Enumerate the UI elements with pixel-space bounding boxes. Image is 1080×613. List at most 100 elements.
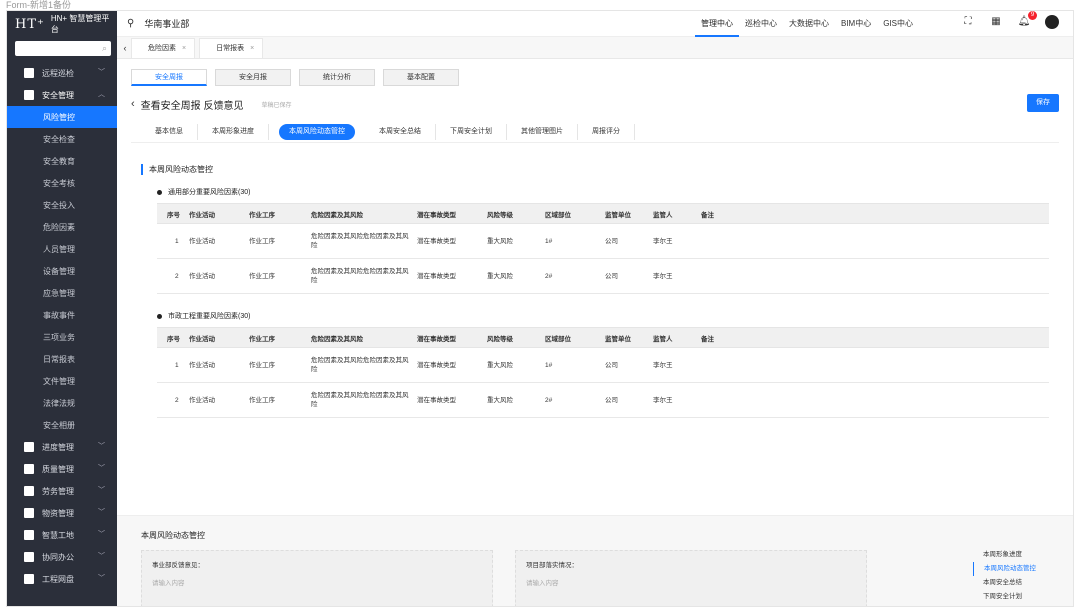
anchor-item[interactable]: 本周风险动态管控 <box>973 562 1053 576</box>
bullet-icon <box>157 189 162 195</box>
sidebar-group[interactable]: 远程巡检 ﹀ <box>7 62 117 84</box>
close-icon[interactable]: × <box>182 45 186 52</box>
back-arrow-icon[interactable]: ‹ <box>131 98 135 110</box>
sidebar-group[interactable]: 工程网盘 ﹀ <box>7 568 117 590</box>
column-header: 监管单位 <box>601 327 649 348</box>
sidebar-group[interactable]: 劳务管理 ﹀ <box>7 480 117 502</box>
section-tab[interactable]: 安全月报 <box>215 69 291 86</box>
top-nav-item[interactable]: 巡检中心 <box>739 11 783 37</box>
sidebar-item[interactable]: 法律法规 <box>7 392 117 414</box>
sidebar-item[interactable]: 人员管理 <box>7 238 117 260</box>
section-tab[interactable]: 安全周报 <box>131 69 207 86</box>
section-tab[interactable]: 基本配置 <box>383 69 459 86</box>
step-item[interactable]: 基本信息 <box>131 123 198 140</box>
sidebar-group[interactable]: 协同办公 ﹀ <box>7 546 117 568</box>
chevron-down-icon: ﹀ <box>98 553 105 560</box>
sidebar-menu: 远程巡检 ﹀ 安全管理 ︿ 风险管控 安全检查 安全教育 安全考核 安全投入 危险因素 人员管理 设备… <box>7 62 117 590</box>
top-nav-item[interactable]: 管理中心 <box>695 11 739 37</box>
table-row[interactable]: 1 作业活动 作业工序 危险因素及其风险危险因素及其风险 潜在事故类型 重大风险 1# 公司李… <box>157 347 1049 383</box>
step-item[interactable]: 本周安全总结 <box>365 123 436 140</box>
sidebar-item[interactable]: 安全检查 <box>7 128 117 150</box>
column-header: 风险等级 <box>483 203 541 224</box>
table-row[interactable]: 2 作业活动 作业工序 危险因素及其风险危险因素及其风险 潜在事故类型 重大风险 2# 公司李… <box>157 382 1049 418</box>
top-nav: 管理中心 巡检中心 大数据中心 BIM中心 GIS中心 <box>695 11 919 37</box>
block-title: 市政工程重要风险因素(30) <box>157 311 1049 321</box>
step-item[interactable]: 下周安全计划 <box>436 123 507 140</box>
sidebar-item[interactable]: 文件管理 <box>7 370 117 392</box>
chevron-down-icon: ﹀ <box>98 443 105 450</box>
column-header: 监管单位 <box>601 203 649 224</box>
risk-block-municipal: 市政工程重要风险因素(30) 序号 作业活动 作业工序 危险因素及其风险 潜在事故类型风… <box>157 311 1049 418</box>
anchor-item[interactable]: 本周形象进度 <box>973 548 1053 562</box>
top-nav-item[interactable]: BIM中心 <box>835 11 877 37</box>
sidebar-group[interactable]: 安全管理 ︿ <box>7 84 117 106</box>
sidebar-item[interactable]: 安全投入 <box>7 194 117 216</box>
table-cell: 危险因素及其风险危险因素及其风险 <box>307 347 413 383</box>
project-implementation-field[interactable]: 项目部落实情况： 请输入内容 <box>515 550 867 606</box>
sidebar: HT⁺ HN+ 智慧管理平台 ⌕ 远程巡检 ﹀ 安全管理 ︿ 风险管控 安全检查 安全教育安… <box>7 11 117 606</box>
step-item[interactable]: 本周形象进度 <box>198 123 269 140</box>
section-tab[interactable]: 统计分析 <box>299 69 375 86</box>
org-name[interactable]: 华南事业部 <box>144 17 189 30</box>
risk-table: 序号 作业活动 作业工序 危险因素及其风险 潜在事故类型 风险等级 区域部位 监管单位 监管人备… <box>157 203 1049 294</box>
table-cell: 公司 <box>601 258 649 294</box>
sidebar-item[interactable]: 事故事件 <box>7 304 117 326</box>
column-header: 作业活动 <box>185 327 245 348</box>
step-item[interactable]: 其他管理图片 <box>507 123 578 140</box>
table-row[interactable]: 1 作业活动 作业工序 危险因素及其风险危险因素及其风险 潜在事故类型 重大风险 1# 公司李… <box>157 223 1049 259</box>
block-title-text: 市政工程重要风险因素(30) <box>168 313 251 320</box>
anchor-item[interactable]: 本周安全总结 <box>973 576 1053 590</box>
sidebar-item[interactable]: 设备管理 <box>7 260 117 282</box>
close-icon[interactable]: × <box>250 45 254 52</box>
table-cell: 公司 <box>601 347 649 383</box>
sidebar-item[interactable]: 应急管理 <box>7 282 117 304</box>
table-cell: 重大风险 <box>483 382 541 418</box>
top-tools: ⛶ ▦ 🔔︎ 9 <box>961 11 1059 29</box>
sidebar-item[interactable]: 危险因素 <box>7 216 117 238</box>
table-cell: 重大风险 <box>483 223 541 259</box>
sidebar-item[interactable]: 安全考核 <box>7 172 117 194</box>
table-cell: 危险因素及其风险危险因素及其风险 <box>307 258 413 294</box>
sidebar-search-input[interactable]: ⌕ <box>15 41 111 56</box>
step-item[interactable]: 本周风险动态管控 <box>279 123 355 140</box>
bell-icon[interactable]: 🔔︎ 9 <box>1017 11 1037 29</box>
table-cell: 潜在事故类型 <box>413 382 483 418</box>
division-feedback-field[interactable]: 事业部反馈意见： 请输入内容 <box>141 550 493 606</box>
table-row[interactable]: 2 作业活动 作业工序 危险因素及其风险危险因素及其风险 潜在事故类型 重大风险 2# 公司李… <box>157 258 1049 294</box>
table-cell <box>697 223 1049 259</box>
page-tab[interactable]: 日常报表 × <box>199 38 264 58</box>
sidebar-group[interactable]: 质量管理 ﹀ <box>7 458 117 480</box>
sidebar-group-label: 安全管理 <box>42 90 74 100</box>
chevron-left-icon[interactable]: ‹ <box>119 38 131 58</box>
sidebar-group[interactable]: 进度管理 ﹀ <box>7 436 117 458</box>
sidebar-group-label: 工程网盘 <box>42 574 74 584</box>
anchor-nav: 本周形象进度本周风险动态管控本周安全总结下周安全计划其他管理照片 <box>973 548 1053 606</box>
table-cell: 2 <box>157 258 185 294</box>
sidebar-item[interactable]: 风险管控 <box>7 106 117 128</box>
step-item[interactable]: 周报评分 <box>578 123 635 140</box>
page-title: 查看安全周报 反馈意见 <box>140 100 244 112</box>
sidebar-group[interactable]: 智慧工地 ﹀ <box>7 524 117 546</box>
top-nav-item[interactable]: GIS中心 <box>877 11 919 37</box>
chevron-down-icon: ﹀ <box>98 575 105 582</box>
page-tab[interactable]: 危险因素 × <box>131 38 196 58</box>
sidebar-group[interactable]: 物资管理 ﹀ <box>7 502 117 524</box>
anchor-item[interactable]: 其他管理照片 <box>973 604 1053 606</box>
sidebar-item[interactable]: 安全教育 <box>7 150 117 172</box>
sidebar-group-label: 智慧工地 <box>42 530 74 540</box>
chevron-down-icon: ﹀ <box>98 509 105 516</box>
sidebar-item[interactable]: 日常报表 <box>7 348 117 370</box>
table-cell <box>697 382 1049 418</box>
save-button[interactable]: 保存 <box>1027 94 1059 112</box>
avatar[interactable] <box>1045 15 1059 29</box>
fullscreen-icon[interactable]: ⛶ <box>961 15 975 29</box>
top-nav-item[interactable]: 大数据中心 <box>783 11 835 37</box>
sidebar-item[interactable]: 三项业务 <box>7 326 117 348</box>
column-header: 序号 <box>157 327 185 348</box>
table-cell <box>697 347 1049 383</box>
presentation-icon[interactable]: ▦ <box>989 15 1003 29</box>
sidebar-group-label: 进度管理 <box>42 442 74 452</box>
module-icon <box>24 68 34 78</box>
sidebar-item[interactable]: 安全相册 <box>7 414 117 436</box>
anchor-item[interactable]: 下周安全计划 <box>973 590 1053 604</box>
